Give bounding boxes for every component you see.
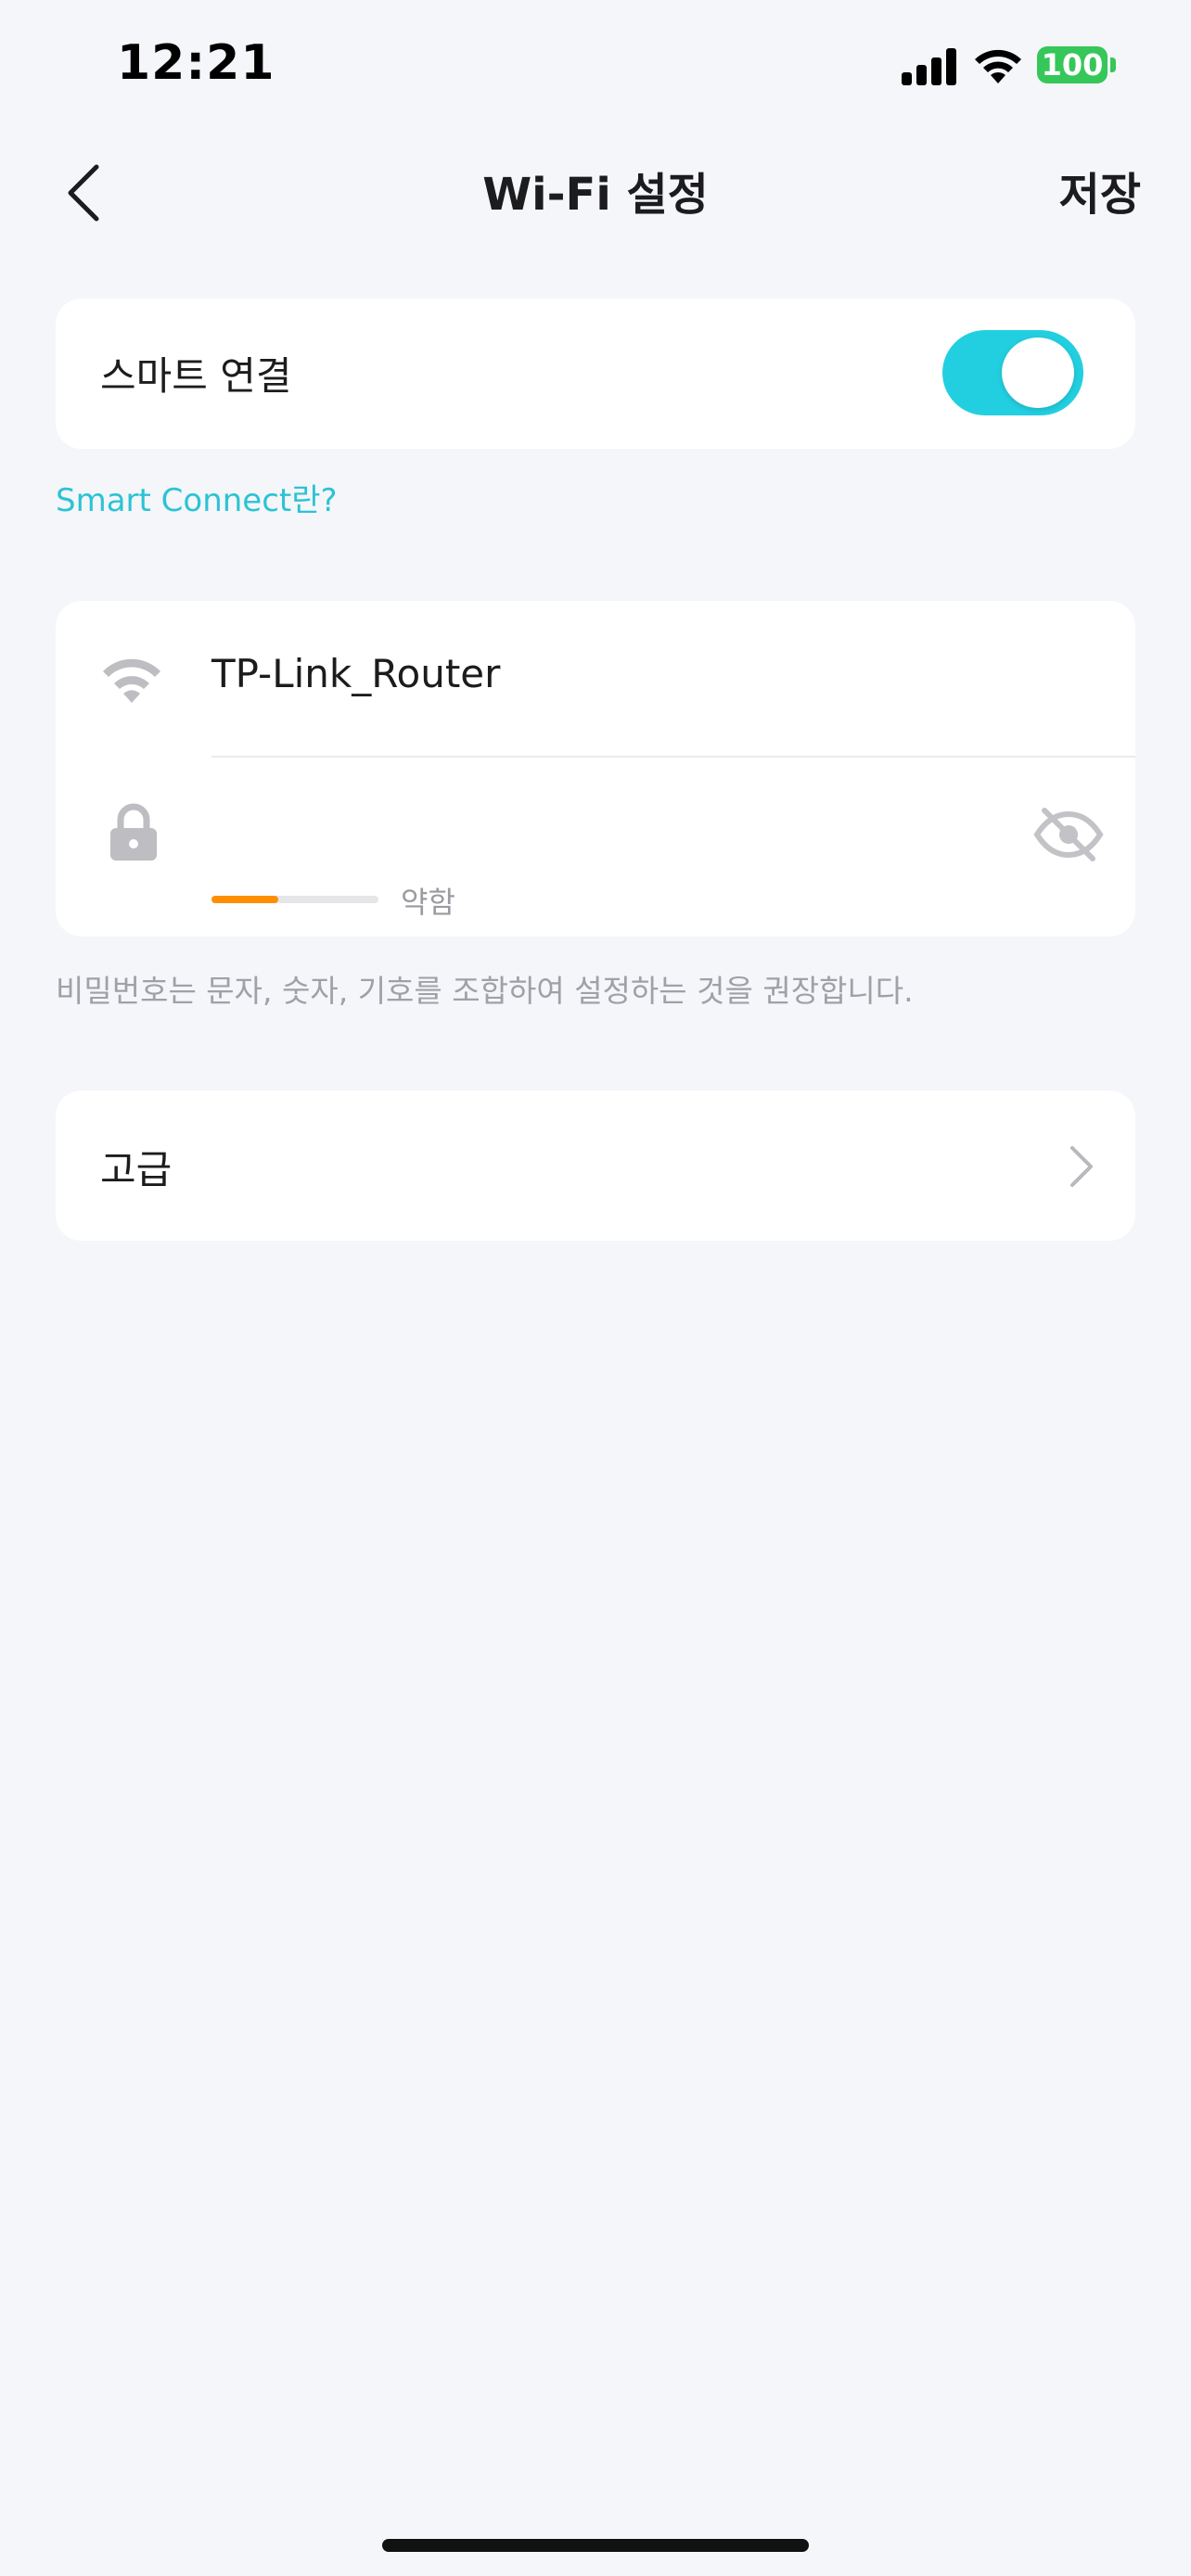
battery-indicator: 100 [1037,46,1108,83]
password-strength-fill [211,896,278,903]
battery-tip [1110,57,1116,72]
cellular-signal-icon [902,48,959,85]
advanced-label: 고급 [100,1147,173,1192]
password-input[interactable] [211,801,1009,866]
status-time: 12:21 [117,35,275,91]
advanced-settings-row[interactable] [56,1090,1135,1241]
smart-connect-info-link[interactable]: Smart Connect란? [56,475,338,520]
password-strength-label: 약함 [401,885,455,920]
password-hint: 비밀번호는 문자, 숫자, 기호를 조합하여 설정하는 것을 권장합니다. [56,973,914,1009]
toggle-knob [1002,338,1074,408]
wifi-status-icon [972,45,1024,85]
save-button[interactable]: 저장 [1039,158,1141,223]
ssid-input[interactable]: TP-Link_Router [211,651,500,696]
divider [211,756,1135,758]
home-indicator [382,2539,809,2552]
chevron-right-icon [1065,1142,1098,1191]
lock-icon [108,803,160,862]
page-title: Wi-Fi 설정 [482,169,709,221]
wifi-icon [98,653,165,705]
smart-connect-label: 스마트 연결 [100,353,292,399]
eye-off-icon[interactable] [1033,805,1104,864]
